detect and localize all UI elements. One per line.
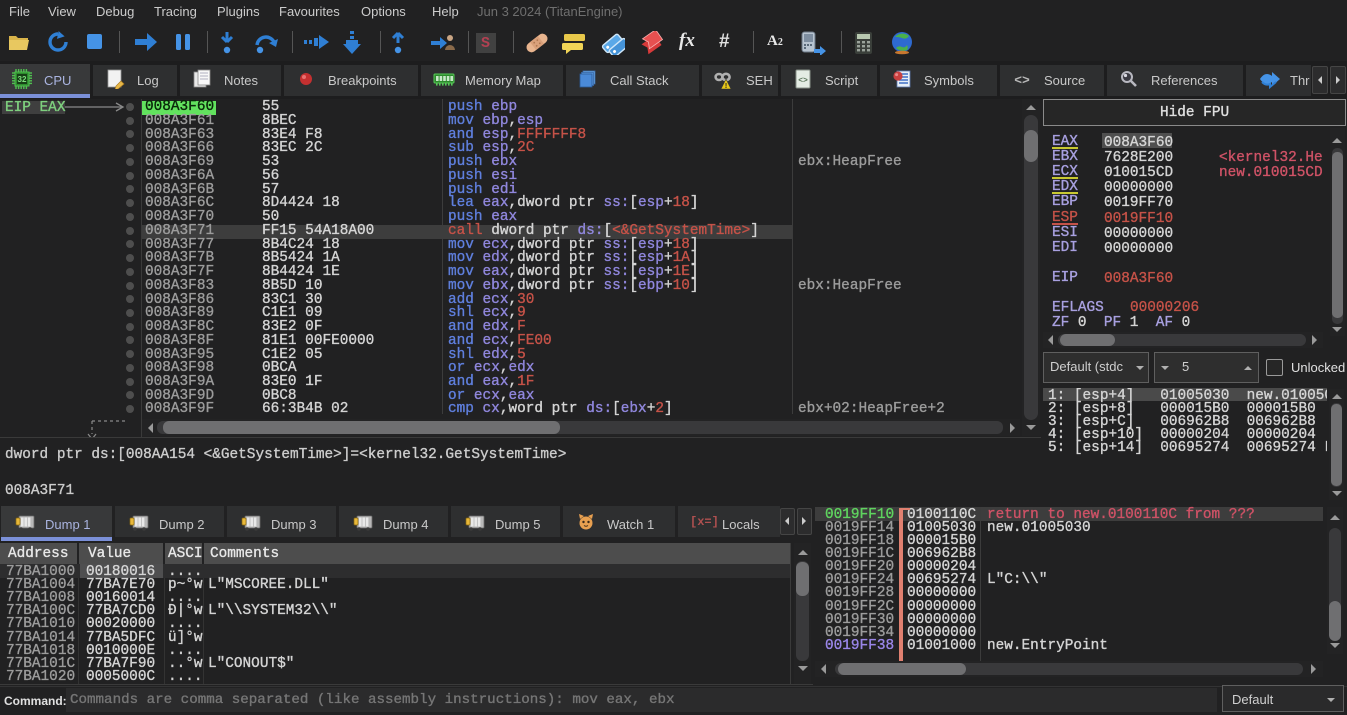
svg-text:<>: <> [1014, 73, 1030, 88]
svg-text:!: ! [725, 83, 727, 89]
svg-text:<>: <> [798, 77, 808, 86]
svg-text:32: 32 [18, 75, 27, 84]
